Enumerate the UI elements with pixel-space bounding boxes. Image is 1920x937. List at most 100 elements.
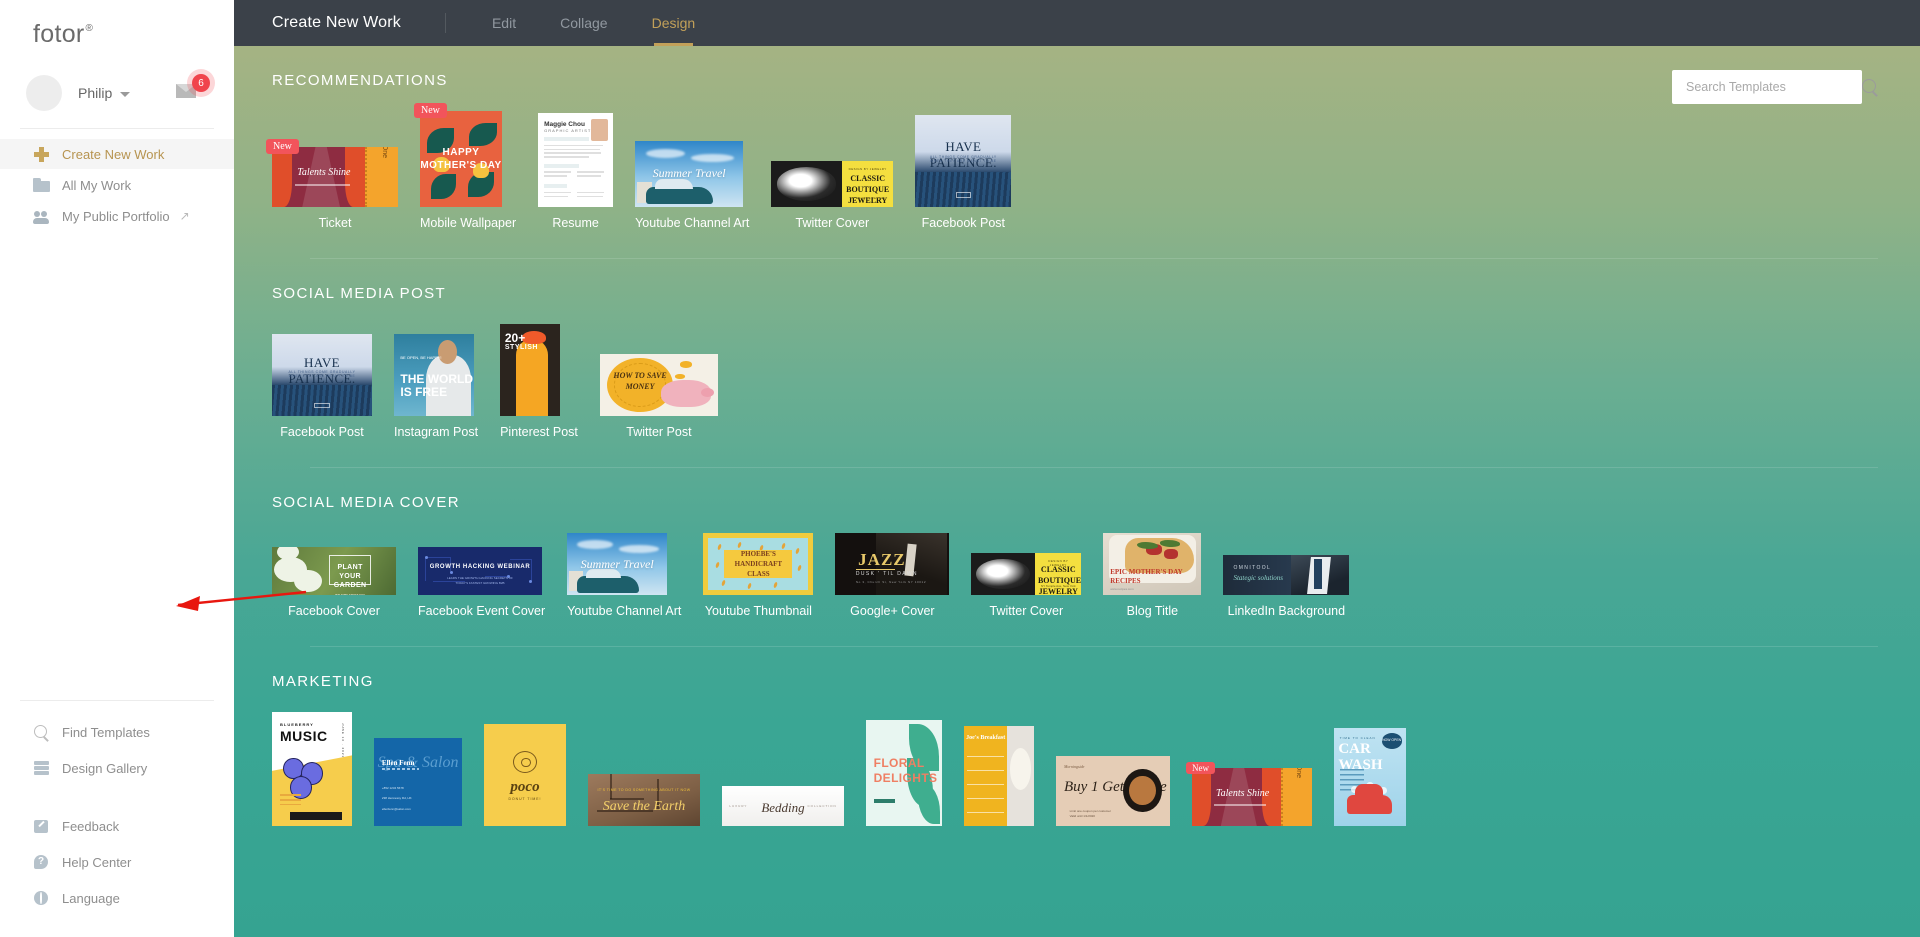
thumb-art-floral: FLORAL DELIGHTS: [866, 720, 942, 826]
template-thumbnail[interactable]: TIME TO CLEAN CAR WASH NOW OPEN: [1334, 728, 1406, 826]
template-card-instagram-post[interactable]: BE OPEN, BE HAPPY! THE WORLD IS FREE Ins…: [394, 334, 478, 439]
template-thumbnail[interactable]: IT'S TIME TO DO SOMETHING ABOUT IT NOW S…: [588, 774, 700, 826]
template-thumbnail[interactable]: JAZZ DUSK ' TIL DAWN No 3, Church St, Ne…: [835, 533, 950, 595]
template-thumbnail[interactable]: BLUEBERRY MUSIC JUNE 16 . 2021: [272, 712, 352, 826]
thumb-text-name: Ellen Fenn: [381, 759, 415, 768]
template-card-bedding[interactable]: LUXURY Bedding COLLECTION: [722, 726, 844, 826]
thumb-art-recipes: EPIC MOTHER'S DAY RECIPES www.recipes.co…: [1103, 533, 1202, 595]
sidebar-item-language[interactable]: Language: [0, 883, 234, 913]
template-thumbnail[interactable]: HAVE PATIENCE. ALL THINGS COME GRADUALLY…: [915, 115, 1012, 207]
template-thumbnail[interactable]: FLORAL DELIGHTS: [866, 720, 942, 826]
layers-icon: [33, 760, 50, 777]
template-card-ticket[interactable]: New Talents Shine Admit One Ticket: [266, 139, 398, 230]
template-thumbnail[interactable]: GROWTH HACKING WEBINAR LEARN THE GROWTH …: [418, 547, 542, 595]
template-card-youtube-channel-art[interactable]: Summer Travel Youtube Channel Art: [567, 533, 681, 618]
external-link-icon: ↗: [179, 209, 190, 223]
template-card-car-wash[interactable]: TIME TO CLEAN CAR WASH NOW OPEN: [1334, 728, 1406, 826]
template-card-youtube-thumbnail[interactable]: PHOEBE'S HANDICRAFT CLASS Youtube Thumbn…: [703, 533, 814, 618]
template-card-google-plus-cover[interactable]: JAZZ DUSK ' TIL DAWN No 3, Church St, Ne…: [835, 533, 950, 618]
template-card-joes-breakfast[interactable]: Joe's Breakfast: [964, 726, 1034, 826]
brand-logo[interactable]: fotor®: [0, 0, 234, 58]
template-label: LinkedIn Background: [1227, 604, 1346, 618]
tab-edit[interactable]: Edit: [470, 0, 538, 46]
template-thumbnail[interactable]: 20+ STYLISH: [500, 324, 561, 416]
sidebar-item-feedback[interactable]: Feedback: [0, 811, 234, 841]
template-thumbnail[interactable]: Summer Travel: [635, 141, 744, 207]
template-card-facebook-post[interactable]: HAVE PATIENCE. ALL THINGS COME GRADUALLY…: [272, 334, 372, 439]
sidebar-item-label: Design Gallery: [62, 760, 148, 776]
template-card-facebook-post[interactable]: HAVE PATIENCE. ALL THINGS COME GRADUALLY…: [915, 115, 1012, 230]
template-thumbnail[interactable]: EPIC MOTHER'S DAY RECIPES www.recipes.co…: [1103, 533, 1202, 595]
section-title: MARKETING: [272, 673, 374, 690]
page-title: Create New Work: [272, 14, 401, 31]
sidebar-item-my-public-portfolio[interactable]: My Public Portfolio ↗: [0, 201, 234, 231]
template-card-pinterest-post[interactable]: 20+ STYLISH Pinterest Post: [500, 324, 578, 439]
sidebar-item-label: All My Work: [62, 177, 132, 193]
template-label: Twitter Cover: [795, 216, 870, 230]
template-card-poco-donut[interactable]: poco DONUT TIME!: [484, 724, 566, 826]
template-thumbnail[interactable]: HAPPY MOTHER'S DAY: [420, 111, 502, 207]
template-thumbnail[interactable]: HOW TO SAVE MONEY: [599, 354, 718, 416]
sidebar-bottom-nav: Find Templates Design Gallery Feedback H…: [0, 700, 234, 937]
template-thumbnail[interactable]: PHOEBE'S HANDICRAFT CLASS: [703, 533, 814, 595]
template-card-twitter-cover[interactable]: DESIGN BY JEWELRY CLASSIC BOUTIQUE JEWEL…: [771, 161, 894, 230]
template-card-spa-salon[interactable]: Spa & Salon Ellen Fenn +852 1234 5678 23…: [374, 738, 462, 826]
template-thumbnail[interactable]: Summer Travel: [567, 533, 668, 595]
tab-collage[interactable]: Collage: [538, 0, 629, 46]
template-thumbnail[interactable]: HAVE PATIENCE. ALL THINGS COME GRADUALLY…: [272, 334, 372, 416]
help-icon: [33, 854, 50, 871]
template-card-facebook-cover[interactable]: PLANT YOUR GARDENIT'S TIME FROM YOU Face…: [272, 547, 396, 618]
sidebar-item-label: Create New Work: [62, 146, 165, 162]
template-card-blog-title[interactable]: EPIC MOTHER'S DAY RECIPES www.recipes.co…: [1103, 533, 1202, 618]
sidebar-item-create-new-work[interactable]: Create New Work: [0, 139, 234, 169]
template-card-music-flyer[interactable]: BLUEBERRY MUSIC JUNE 16 . 2021: [272, 712, 352, 826]
thumb-art-pinterest: 20+ STYLISH: [500, 324, 561, 416]
sidebar-divider-bottom: [20, 700, 214, 701]
template-thumbnail[interactable]: DESIGN BY JEWELRY CLASSIC BOUTIQUE JEWEL…: [771, 161, 894, 207]
tab-design[interactable]: Design: [630, 0, 718, 46]
sidebar-item-all-my-work[interactable]: All My Work: [0, 170, 234, 200]
user-profile-row[interactable]: Philip 6: [0, 58, 234, 120]
template-card-twitter-cover[interactable]: DESIGN BY JEWELRY CLASSIC BOUTIQUE JEWEL…: [971, 553, 1082, 618]
template-thumbnail[interactable]: LUXURY Bedding COLLECTION: [722, 786, 844, 826]
thumb-text: PLANT YOUR GARDEN: [333, 563, 367, 589]
template-card-linkedin-background[interactable]: OMNITOOL Stategic solutions LinkedIn Bac…: [1223, 555, 1350, 618]
search-icon[interactable]: [1861, 78, 1879, 96]
search-input[interactable]: [1686, 80, 1847, 94]
template-card-twitter-post[interactable]: HOW TO SAVE MONEY Twitter Post: [599, 354, 718, 439]
template-thumbnail[interactable]: Joe's Breakfast: [964, 726, 1034, 826]
template-thumbnail[interactable]: Spa & Salon Ellen Fenn +852 1234 5678 23…: [374, 738, 462, 826]
template-label: Resume: [552, 216, 599, 230]
search-templates-box[interactable]: [1672, 70, 1876, 104]
template-thumbnail[interactable]: Maggie Chou GRAPHIC ARTIST: [538, 113, 614, 207]
thumb-text: EPIC MOTHER'S DAY RECIPES: [1110, 568, 1183, 586]
template-row: New Talents Shine Admit One Ticket: [266, 103, 1920, 230]
template-thumbnail[interactable]: BE OPEN, BE HAPPY! THE WORLD IS FREE: [394, 334, 474, 416]
template-card-resume[interactable]: Maggie Chou GRAPHIC ARTIST Resume: [538, 113, 614, 230]
chevron-down-icon[interactable]: [120, 91, 131, 97]
sidebar-item-design-gallery[interactable]: Design Gallery: [0, 753, 234, 783]
thumb-text: THE WORLD IS FREE: [400, 372, 474, 400]
template-thumbnail[interactable]: Talents Shine Admit One: [272, 147, 398, 207]
template-thumbnail[interactable]: Talents Shine Admit One: [1192, 768, 1312, 826]
template-thumbnail[interactable]: OMNITOOL Stategic solutions: [1223, 555, 1350, 595]
template-thumbnail[interactable]: PLANT YOUR GARDENIT'S TIME FROM YOU: [272, 547, 396, 595]
template-card-floral-delights[interactable]: FLORAL DELIGHTS: [866, 720, 942, 826]
sidebar-item-help-center[interactable]: Help Center: [0, 847, 234, 877]
sidebar-item-find-templates[interactable]: Find Templates: [0, 717, 234, 747]
main-area: Create New Work Edit Collage Design RECO…: [234, 0, 1920, 937]
template-card-save-the-earth[interactable]: IT'S TIME TO DO SOMETHING ABOUT IT NOW S…: [588, 734, 700, 826]
template-thumbnail[interactable]: DESIGN BY JEWELRY CLASSIC BOUTIQUE JEWEL…: [971, 553, 1082, 595]
thumb-text-role: GRAPHIC ARTIST: [544, 128, 592, 134]
thumb-text-sub: Stategic solutions: [1233, 574, 1284, 583]
template-thumbnail[interactable]: poco DONUT TIME!: [484, 724, 566, 826]
template-card-mobile-wallpaper[interactable]: New HAPPY MOTHER'S DAY Mobile Wallpaper: [414, 103, 516, 230]
template-card-buy-one-get-one-free[interactable]: Morningside Buy 1 Get 1 Free Limit one c…: [1056, 722, 1170, 826]
sidebar-item-label: Language: [62, 890, 120, 906]
template-thumbnail[interactable]: Morningside Buy 1 Get 1 Free Limit one c…: [1056, 756, 1170, 826]
messages-button[interactable]: 6: [176, 74, 210, 108]
template-card-facebook-event-cover[interactable]: GROWTH HACKING WEBINAR LEARN THE GROWTH …: [418, 547, 545, 618]
thumb-art-poco: poco DONUT TIME!: [484, 724, 566, 826]
template-card-ticket[interactable]: New Talents Shine Admit One: [1186, 720, 1312, 826]
template-card-youtube-channel-art[interactable]: Summer Travel Youtube Channel Art: [635, 141, 749, 230]
